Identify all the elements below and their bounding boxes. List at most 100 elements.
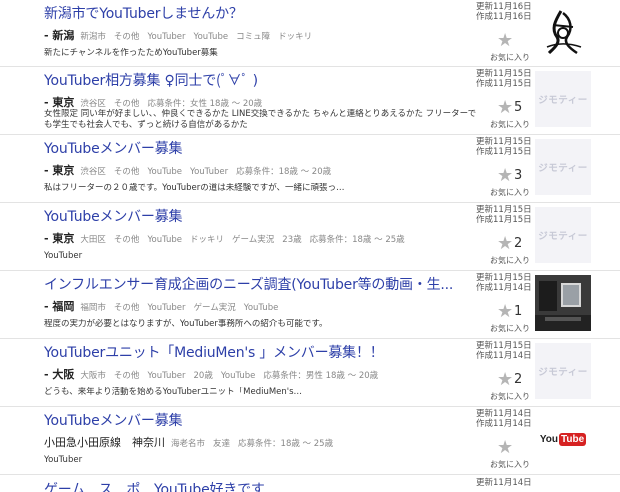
listing-tag[interactable]: コミュ障 <box>236 32 270 42</box>
listing-title[interactable]: YouTuberユニット「MediuMen's 」メンバー募集！！ <box>44 342 464 362</box>
listing-list: 新潟市でYouTuberしませんか？ - 新潟 新潟市 その他 YouTuber You… <box>0 0 620 475</box>
list-item[interactable]: YouTubeメンバー募集 - 東京 渋谷区 その他 YouTube YouTuber 応… <box>0 135 620 203</box>
favorite-button[interactable]: ★ 2 お気に入り <box>490 369 532 405</box>
listing-tag[interactable]: 大田区 <box>80 235 106 245</box>
listing-tag[interactable]: その他 <box>114 371 140 381</box>
listing-thumbnail[interactable]: ジモティー <box>535 343 591 399</box>
listing-tag[interactable]: YouTuber <box>147 371 185 381</box>
listing-dates: 更新11月14日 作成11月14日 <box>476 409 532 429</box>
listing-thumbnail[interactable]: ジモティー <box>535 71 591 127</box>
listing-tag[interactable]: YouTube <box>221 371 256 381</box>
listing-tag[interactable]: YouTube <box>194 32 229 42</box>
listing-dates: 更新11月15日 作成11月15日 <box>476 205 532 225</box>
prefecture-label[interactable]: - 大阪 <box>44 368 74 381</box>
listing-thumbnail[interactable]: You Tube <box>535 411 591 467</box>
list-item[interactable]: YouTubeメンバー募集 小田急小田原線 神奈川 海老名市 友達 応募条件：18歳 … <box>0 407 620 475</box>
list-item[interactable]: インフルエンサー育成企画のニーズ調査(YouTuber等の動画・生... - 福… <box>0 271 620 339</box>
list-item[interactable]: YouTuber相方募集 ♀同士で(ﾟ∀ﾟ ) - 東京 渋谷区 その他 応募条件：女… <box>0 67 620 135</box>
created-date: 作成11月15日 <box>476 215 532 225</box>
listing-title[interactable]: ゲーム…ス…ポ…YouTube好きです <box>44 479 464 492</box>
favorite-button[interactable]: ★ お気に入り <box>490 437 532 473</box>
favorite-count: 1 <box>514 304 523 319</box>
listing-title[interactable]: インフルエンサー育成企画のニーズ調査(YouTuber等の動画・生... <box>44 274 464 294</box>
listing-description: YouTuber <box>44 455 83 465</box>
listing-tag[interactable]: その他 <box>114 32 140 42</box>
listing-tag[interactable]: その他 <box>114 167 140 177</box>
listing-tag[interactable]: その他 <box>114 99 140 109</box>
favorite-button[interactable]: ★ 2 お気に入り <box>490 233 532 269</box>
prefecture-label[interactable]: 小田急小田原線 神奈川 <box>44 436 165 449</box>
listing-thumbnail[interactable]: ジモティー <box>535 139 591 195</box>
listing-tag[interactable]: ドッキリ <box>190 235 224 245</box>
favorite-label: お気に入り <box>490 392 530 401</box>
favorite-label: お気に入り <box>490 53 530 62</box>
listing-tag[interactable]: ゲーム実況 <box>232 235 274 245</box>
prefecture-label[interactable]: - 新潟 <box>44 29 74 42</box>
listing-tag[interactable]: その他 <box>114 235 140 245</box>
listing-tag[interactable]: ドッキリ <box>278 32 312 42</box>
jmty-placeholder-logo: ジモティー <box>538 163 588 174</box>
listing-tag[interactable]: 23歳 <box>282 235 301 245</box>
listing-meta: - 東京 大田区 その他 YouTube ドッキリ ゲーム実況 23歳 応募条件：18歳 〜 … <box>44 230 474 246</box>
list-item[interactable]: 新潟市でYouTuberしませんか？ - 新潟 新潟市 その他 YouTuber You… <box>0 0 620 67</box>
listing-thumbnail[interactable]: ジモティー <box>535 207 591 263</box>
prefecture-label[interactable]: - 東京 <box>44 164 74 177</box>
favorite-label: お気に入り <box>490 460 530 469</box>
listing-title[interactable]: YouTubeメンバー募集 <box>44 206 464 226</box>
listing-tag[interactable]: YouTube <box>147 167 182 177</box>
listing-description: どうも、来年より活動を始めるYouTuberユニット「MediuMen's… <box>44 387 303 397</box>
listing-tag[interactable]: YouTuber <box>147 32 185 42</box>
listing-title[interactable]: YouTubeメンバー募集 <box>44 138 464 158</box>
list-item-partial[interactable]: ゲーム…ス…ポ…YouTube好きです 更新11月14日 <box>0 476 620 492</box>
listing-tag[interactable]: YouTube <box>244 303 279 313</box>
youtube-logo-icon: You Tube <box>539 432 587 446</box>
listing-dates: 更新11月15日 作成11月14日 <box>476 341 532 361</box>
list-item[interactable]: YouTuberユニット「MediuMen's 」メンバー募集！！ - 大阪 大阪… <box>0 339 620 407</box>
prefecture-label[interactable]: - 東京 <box>44 96 74 109</box>
prefecture-label[interactable]: - 福岡 <box>44 300 74 313</box>
listing-title[interactable]: YouTubeメンバー募集 <box>44 410 464 430</box>
listing-tag[interactable]: 応募条件：女性 18歳 〜 20歳 <box>147 99 262 109</box>
listing-title[interactable]: 新潟市でYouTuberしませんか？ <box>44 3 464 23</box>
created-date: 作成11月15日 <box>476 79 532 89</box>
listing-tag[interactable]: 20歳 <box>194 371 213 381</box>
updated-date: 更新11月14日 <box>476 409 532 419</box>
listing-tag[interactable]: YouTuber <box>147 303 185 313</box>
listing-tag[interactable]: ゲーム実況 <box>194 303 236 313</box>
updated-date: 更新11月15日 <box>476 341 532 351</box>
listing-meta: - 東京 渋谷区 その他 YouTube YouTuber 応募条件：18歳 〜 20歳 <box>44 162 474 178</box>
listing-tag[interactable]: 渋谷区 <box>80 167 106 177</box>
listing-thumbnail[interactable] <box>535 4 591 60</box>
listing-thumbnail[interactable] <box>535 275 591 331</box>
favorite-button[interactable]: ★ 3 お気に入り <box>490 165 532 201</box>
updated-date: 更新11月16日 <box>476 2 532 12</box>
star-icon: ★ <box>497 437 514 458</box>
listing-tag[interactable]: 福岡市 <box>80 303 106 313</box>
listing-tag[interactable]: YouTuber <box>190 167 228 177</box>
favorite-button[interactable]: ★ 1 お気に入り <box>490 301 532 337</box>
favorite-button[interactable]: ★ 5 お気に入り <box>490 97 532 133</box>
listing-tag[interactable]: 応募条件：18歳 〜 25歳 <box>238 439 333 449</box>
listing-tag[interactable]: 応募条件：男性 18歳 〜 20歳 <box>263 371 378 381</box>
listing-tag[interactable]: YouTube <box>147 235 182 245</box>
listing-description: 女性限定 同い年が好ましい、、仲良くできるかた LINE交換できるかた ちゃんと… <box>44 109 477 130</box>
star-icon: ★ <box>497 30 514 51</box>
listing-tag[interactable]: 友達 <box>213 439 230 449</box>
listing-tag[interactable]: 渋谷区 <box>80 99 106 109</box>
listing-meta: - 新潟 新潟市 その他 YouTuber YouTube コミュ障 ドッキリ <box>44 27 474 43</box>
listing-dates: 更新11月15日 作成11月14日 <box>476 273 532 293</box>
listing-tag[interactable]: 海老名市 <box>171 439 205 449</box>
prefecture-label[interactable]: - 東京 <box>44 232 74 245</box>
listing-dates: 更新11月14日 <box>476 478 532 488</box>
listing-tag[interactable]: その他 <box>114 303 140 313</box>
listing-tag[interactable]: 応募条件：18歳 〜 25歳 <box>310 235 405 245</box>
listing-dates: 更新11月16日 作成11月16日 <box>476 2 532 22</box>
updated-date: 更新11月15日 <box>476 273 532 283</box>
favorite-button[interactable]: ★ お気に入り <box>490 30 532 66</box>
listing-tag[interactable]: 応募条件：18歳 〜 20歳 <box>236 167 331 177</box>
listing-tag[interactable]: 新潟市 <box>80 32 106 42</box>
listing-tag[interactable]: 大阪市 <box>80 371 106 381</box>
listing-description: 程度の実力が必要とはなりますが、YouTuber事務所への紹介も可能です。 <box>44 319 328 329</box>
listing-title[interactable]: YouTuber相方募集 ♀同士で(ﾟ∀ﾟ ) <box>44 70 464 90</box>
list-item[interactable]: YouTubeメンバー募集 - 東京 大田区 その他 YouTube ドッキリ ゲーム実況… <box>0 203 620 271</box>
